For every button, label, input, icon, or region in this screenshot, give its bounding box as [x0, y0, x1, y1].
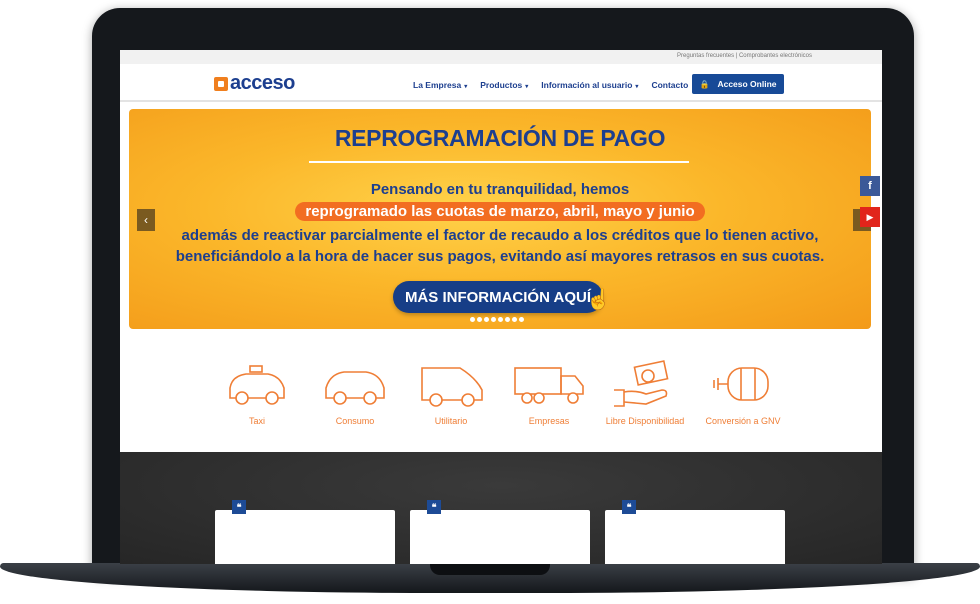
acceso-logo[interactable]: acceso [214, 72, 295, 95]
nav-menu: La Empresa ▾ Productos ▾ Información al us… [413, 80, 701, 90]
acceso-online-button[interactable]: 🔒 Acceso Online [692, 74, 784, 94]
category-label: Conversión a GNV [705, 416, 781, 426]
nav-la-empresa[interactable]: La Empresa ▾ [413, 80, 467, 90]
category-conversion-gnv[interactable]: Conversión a GNV [698, 360, 788, 440]
nav-productos[interactable]: Productos ▾ [480, 80, 528, 90]
testimonial-card [215, 510, 395, 564]
hero-title: REPROGRAMACIÓN DE PAGO [334, 125, 666, 151]
chevron-down-icon: ▾ [635, 84, 639, 90]
carousel-dot[interactable] [470, 317, 475, 322]
category-label: Utilitario [434, 416, 468, 426]
carousel-dot[interactable] [484, 317, 489, 322]
money-hand-icon [614, 360, 669, 407]
carousel-dot[interactable] [477, 317, 482, 322]
youtube-icon[interactable]: ▶ [860, 207, 880, 227]
carousel-indicators [470, 317, 526, 322]
hero-line-3: además de reactivar parcialmente el fact… [181, 227, 819, 244]
acceso-online-label: Acceso Online [717, 79, 777, 89]
utility-links[interactable]: Preguntas frecuentes | Comprobantes elec… [677, 53, 812, 59]
van-icon [421, 367, 483, 407]
logo-text: acceso [230, 72, 295, 94]
carousel-dot[interactable] [491, 317, 496, 322]
utility-bar: Preguntas frecuentes | Comprobantes elec… [120, 50, 882, 64]
hero-line-4: beneficiándolo a la hora de hacer sus pa… [175, 248, 825, 265]
truck-icon [514, 367, 584, 404]
laptop-notch [430, 563, 550, 575]
quote-icon: ❝ [622, 500, 636, 514]
pointer-hand-icon: ☝ [586, 289, 611, 311]
mas-informacion-button[interactable]: MÁS INFORMACIÓN AQUÍ [393, 281, 603, 313]
category-consumo[interactable]: Consumo [310, 360, 400, 440]
taxi-icon [229, 365, 285, 405]
testimonials-section: ❝ ❝ ❝ [120, 452, 882, 564]
browser-screen: Preguntas frecuentes | Comprobantes elec… [120, 50, 882, 564]
carousel-prev-button[interactable]: ‹ [137, 209, 155, 231]
category-libre-disponibilidad[interactable]: Libre Disponibilidad [600, 360, 690, 440]
lock-icon: 🔒 [699, 79, 710, 89]
gas-tank-icon [713, 367, 769, 401]
category-label: Consumo [335, 416, 375, 426]
category-utilitario[interactable]: Utilitario [406, 360, 496, 440]
hero-carousel[interactable]: REPROGRAMACIÓN DE PAGO Pensando en tu tr… [129, 109, 871, 329]
hero-divider [309, 161, 689, 163]
category-taxi[interactable]: Taxi [212, 360, 302, 440]
category-empresas[interactable]: Empresas [504, 360, 594, 440]
hero-highlight: reprogramado las cuotas de marzo, abril,… [295, 202, 705, 221]
category-label: Taxi [248, 416, 265, 426]
logo-mark-icon [214, 76, 228, 91]
chevron-down-icon: ▾ [525, 84, 529, 90]
chevron-down-icon: ▾ [464, 84, 468, 90]
nav-informacion-usuario[interactable]: Información al usuario ▾ [541, 80, 638, 90]
nav-contacto[interactable]: Contacto [651, 80, 688, 90]
main-navbar: acceso La Empresa ▾ Productos ▾ Informació… [120, 66, 882, 102]
carousel-dot[interactable] [519, 317, 524, 322]
category-label: Libre Disponibilidad [605, 416, 685, 426]
carousel-dot[interactable] [498, 317, 503, 322]
car-icon [325, 371, 385, 405]
carousel-dot[interactable] [505, 317, 510, 322]
product-categories: Taxi Consumo Utilitario Empresas Libre D… [120, 360, 882, 440]
hero-line-1: Pensando en tu tranquilidad, hemos [370, 181, 630, 198]
quote-icon: ❝ [427, 500, 441, 514]
quote-icon: ❝ [232, 500, 246, 514]
carousel-dot[interactable] [512, 317, 517, 322]
testimonial-card [605, 510, 785, 564]
category-label: Empresas [528, 416, 570, 426]
facebook-icon[interactable]: f [860, 176, 880, 196]
testimonial-card [410, 510, 590, 564]
